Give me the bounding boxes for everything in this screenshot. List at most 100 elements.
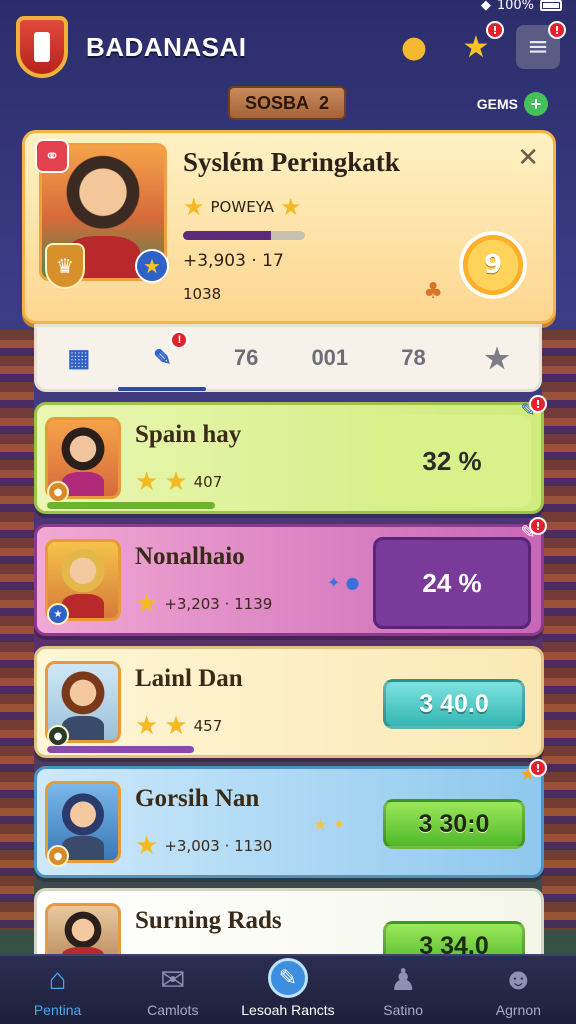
medal-icon: ● [47,481,69,503]
medal-icon: ★ [47,603,69,625]
player-stat: +3,003 · 1130 [164,837,273,855]
menu-button[interactable]: ≡ ! [516,21,566,69]
chat-bubble-icon: ● [400,29,428,65]
gems-label: GEMS [476,96,518,112]
player-meta: ★ +3,203 · 1139 [135,589,272,619]
player-meta: ★ ★ 407 [135,467,222,497]
leaderboard-row[interactable]: ● Lainl Dan ★ ★ 457 3 40.0 [34,646,544,758]
star-icon: ★ [135,589,159,619]
player-meta: ★ ★ 457 [135,711,222,741]
row-progress-fill [47,502,215,509]
tab-78[interactable]: 78 [383,333,443,383]
nav-label: Agrnon [495,1002,541,1018]
player-meta: ★ +3,003 · 1130 [135,831,272,861]
leaderboard-row[interactable]: 32 % ● Spain hay ★ ★ 407 ✎ ! [34,395,547,514]
player-name: Spain hay [135,421,242,448]
plus-icon[interactable]: + [524,92,548,116]
shield-logo-icon [16,16,68,78]
favorites-button[interactable]: ★ ! [454,21,504,69]
tab-edit[interactable]: ✎ ! [118,331,207,391]
nav-mail[interactable]: ✉ Camlots [118,962,228,1019]
star-icon: ★ [135,831,159,861]
tab-star[interactable]: ★ [467,333,527,383]
tab-grid[interactable]: ▦ [49,333,109,383]
row-value-button[interactable]: 3 30:0 [383,799,525,849]
link-icon[interactable]: ⚭ [35,139,69,173]
grid-icon: ▦ [67,344,91,372]
row-progress-bar [47,746,257,753]
sparkle-icon: ★ ✦ [313,815,346,834]
stadium-crowd-left [0,330,34,930]
leaderboard-row[interactable]: 24 % ★ Nonalhaio ★ +3,203 · 1139 ✦ ● ✎ ! [34,517,547,636]
chat-button[interactable]: ● [392,25,436,69]
bottom-nav: ⌂ Pentina ✉ Camlots ✎ Lesoah Rancts ♟ Sa… [0,954,576,1024]
rank-star-icon: ★ [135,249,169,283]
season-number: 2 [319,92,330,113]
row-star-badge[interactable]: ★ ! [517,759,547,785]
home-icon: ⌂ [48,963,67,996]
star-icon: ★ [135,467,159,497]
row-progress-fill [47,746,194,753]
player-name: Gorsih Nan [135,785,260,812]
notification-badge: ! [170,331,189,349]
season-badge[interactable]: SOSBA 2 [228,86,346,120]
profile-stars: ★ POWEYA ★ [183,193,301,221]
xp-progress-fill [183,231,271,240]
top-header: BADANASAI ● ★ ! ≡ ! [16,12,566,82]
notification-badge: ! [529,395,547,413]
edit-icon: ✎ [153,345,172,370]
row-value-box: 32 % [373,415,531,507]
notification-badge: ! [486,21,504,39]
stars-label: POWEYA [210,198,274,216]
notification-badge: ! [548,21,566,39]
nav-label: Lesoah Rancts [241,1002,335,1018]
mail-icon: ✉ [160,963,186,997]
star-icon: ★ [462,29,490,65]
star-icon: ★ [183,193,205,221]
player-stat: 407 [193,473,223,491]
player-name: Nonalhaio [135,543,245,570]
row-edit-badge[interactable]: ✎ ! [517,395,547,421]
tab-001[interactable]: 001 [300,333,360,383]
reward-bag-icon[interactable]: ♣ [423,279,443,304]
close-icon[interactable]: ✕ [517,143,539,173]
app-title: BADANASAI [86,31,247,62]
notification-badge: ! [529,759,547,777]
gems-link[interactable]: GEMS + [477,92,548,116]
player-stat: +3,203 · 1139 [164,595,273,613]
nav-profile[interactable]: ☻ Agrnon [463,962,573,1018]
profile-level: 1038 [183,285,222,303]
xp-progress-bar [183,231,305,240]
person-icon: ♟ [389,963,417,997]
nav-home[interactable]: ⌂ Pentina [3,962,113,1018]
team-emblem-icon: ♛ [45,243,85,289]
row-value-button[interactable]: 3 40.0 [383,679,525,729]
sun-reward-badge[interactable]: 9 [459,231,527,299]
hamburger-icon: ≡ [527,32,549,62]
leaderboard-row[interactable]: ● Gorsih Nan ★ +3,003 · 1130 ★ ✦ 3 30:0 … [34,759,547,878]
nav-compass[interactable]: ✎ Lesoah Rancts [233,958,343,1018]
player-name: Surning Rads [135,907,282,934]
row-edit-badge[interactable]: ✎ ! [517,517,547,543]
stadium-crowd-right [542,330,576,930]
battery-icon [540,0,562,11]
tabs-bar: ▦ ✎ ! 76 001 78 ★ [34,324,542,392]
nav-person[interactable]: ♟ Satino [348,962,458,1019]
star-icon: ★ [279,193,302,221]
profile-card: ⚭ ♛ ★ ✕ Syslém Peringkatk ★ POWEYA ★ +3,… [22,130,556,324]
star-icon: ★ [484,342,510,374]
profile-score: +3,903 · 17 [183,251,284,271]
nav-label: Pentina [33,1002,82,1018]
medal-icon: ● [47,725,69,747]
player-stat: 457 [193,717,223,735]
compass-icon: ✎ [267,958,308,998]
season-label: SOSBA [244,92,309,113]
row-progress-bar [47,502,257,509]
profile-icon: ☻ [502,963,535,996]
row-value-box: 24 % [373,537,531,629]
player-name: Lainl Dan [135,665,243,692]
star-icon: ★ [164,711,188,741]
nav-label: Satino [383,1002,423,1018]
profile-title: Syslém Peringkatk [183,147,400,177]
tab-76[interactable]: 76 [216,333,276,383]
